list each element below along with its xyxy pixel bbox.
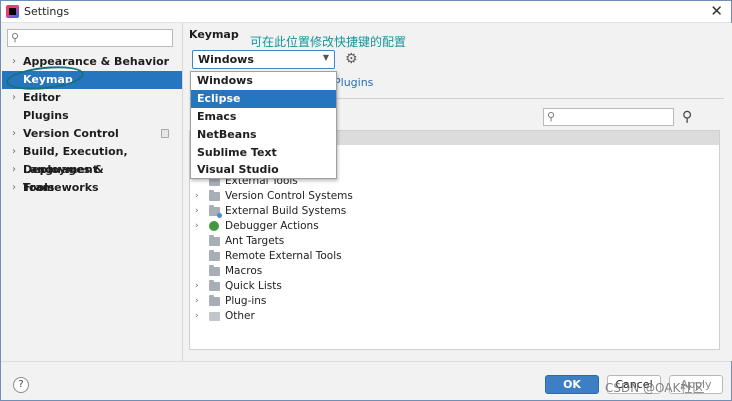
sidebar-item-label: Editor (23, 91, 61, 104)
chevron-right-icon: › (12, 146, 16, 157)
sidebar-item-appearance-behavior[interactable]: › Appearance & Behavior (2, 53, 182, 71)
sidebar-search-input[interactable]: ⚲ (7, 29, 173, 47)
folder-icon (209, 235, 220, 246)
tree-row-macros[interactable]: Macros (190, 264, 719, 279)
chevron-right-icon: › (12, 182, 16, 193)
sidebar-item-languages-frameworks[interactable]: › Languages & Frameworks (2, 161, 182, 194)
tree-row-version-control-systems[interactable]: › Version Control Systems (190, 189, 719, 204)
keymap-scheme-select[interactable]: Windows ▼ (192, 50, 335, 69)
sidebar-item-label: Version Control (23, 127, 119, 140)
keymap-scheme-dropdown-list: Windows Eclipse Emacs NetBeans Sublime T… (190, 71, 337, 179)
sidebar-item-label: Plugins (23, 109, 69, 122)
chevron-right-icon[interactable]: › (195, 279, 199, 294)
settings-sidebar: ⚲ › Appearance & Behavior Keymap › Edito… (2, 23, 183, 361)
page-title: Keymap (189, 28, 239, 41)
dropdown-option-netbeans[interactable]: NetBeans (191, 126, 336, 144)
chevron-right-icon[interactable]: › (195, 204, 199, 219)
chevron-right-icon: › (12, 164, 16, 175)
dropdown-option-windows[interactable]: Windows (191, 72, 336, 90)
dropdown-option-sublime-text[interactable]: Sublime Text (191, 144, 336, 162)
chevron-right-icon: › (12, 128, 16, 139)
tree-row-label: Quick Lists (225, 280, 282, 292)
folder-icon (209, 265, 220, 276)
chevron-right-icon[interactable]: › (195, 219, 199, 234)
dropdown-option-emacs[interactable]: Emacs (191, 108, 336, 126)
action-search-input[interactable]: ⚲ (543, 108, 674, 126)
search-icon: ⚲ (547, 110, 556, 123)
tab-plugins[interactable]: Plugins (334, 76, 373, 89)
tree-row-label: Macros (225, 265, 263, 277)
tree-row-label: External Build Systems (225, 205, 347, 217)
tree-row-remote-external-tools[interactable]: Remote External Tools (190, 249, 719, 264)
tree-row-label: Ant Targets (225, 235, 285, 247)
chevron-right-icon: › (12, 56, 16, 67)
keymap-scheme-value: Windows (198, 53, 254, 66)
tree-row-other[interactable]: › Other (190, 309, 719, 324)
title-bar: Settings ✕ (1, 1, 731, 23)
chevron-right-icon[interactable]: › (195, 189, 199, 204)
dropdown-option-eclipse[interactable]: Eclipse (191, 90, 336, 108)
sidebar-item-build-execution-deployment[interactable]: › Build, Execution, Deployment (2, 143, 182, 176)
chevron-right-icon: › (12, 92, 16, 103)
tree-row-label: Version Control Systems (225, 190, 353, 202)
tree-row-external-build-systems[interactable]: › External Build Systems (190, 204, 719, 219)
sidebar-item-label: Tools (23, 181, 55, 194)
tree-row-label: Remote External Tools (225, 250, 342, 262)
tree-row-quick-lists[interactable]: › Quick Lists (190, 279, 719, 294)
folder-icon (209, 295, 220, 306)
tree-row-debugger-actions[interactable]: › Debugger Actions (190, 219, 719, 234)
sidebar-item-keymap[interactable]: Keymap (2, 71, 182, 89)
folder-icon (209, 280, 220, 291)
tree-row-label: Plug-ins (225, 295, 267, 307)
tree-row-ant-targets[interactable]: Ant Targets (190, 234, 719, 249)
dialog-footer: ? OK Cancel Apply CSDN @OAK社区 (1, 361, 731, 400)
build-folder-icon (209, 205, 222, 218)
tree-row-label: Other (225, 310, 255, 322)
close-icon[interactable]: ✕ (710, 2, 723, 20)
window-title: Settings (24, 5, 70, 18)
tree-row-label: Debugger Actions (225, 220, 319, 232)
folder-icon (209, 190, 220, 201)
sidebar-item-label: Appearance & Behavior (23, 55, 170, 68)
sidebar-item-editor[interactable]: › Editor (2, 89, 182, 107)
other-icon (209, 312, 220, 321)
watermark: CSDN @OAK社区 (605, 381, 705, 395)
help-icon[interactable]: ? (13, 377, 29, 393)
gear-icon[interactable]: ⚙ (345, 51, 358, 67)
folder-icon (209, 250, 220, 261)
search-icon: ⚲ (11, 31, 20, 44)
sidebar-item-label: Keymap (23, 73, 73, 86)
tree-row-plug-ins[interactable]: › Plug-ins (190, 294, 719, 309)
chevron-down-icon: ▼ (322, 53, 329, 62)
bug-icon (209, 221, 219, 231)
settings-window: Settings ✕ ⚲ › Appearance & Behavior Key… (0, 0, 732, 401)
chevron-right-icon[interactable]: › (195, 294, 199, 309)
app-logo-icon (6, 5, 19, 18)
project-scope-icon (161, 129, 169, 138)
sidebar-item-plugins[interactable]: Plugins (2, 107, 182, 125)
find-by-shortcut-icon[interactable]: ⚲ (682, 109, 692, 125)
sidebar-item-tools[interactable]: › Tools (2, 179, 182, 197)
sidebar-item-version-control[interactable]: › Version Control (2, 125, 182, 143)
dropdown-option-visual-studio[interactable]: Visual Studio (191, 161, 336, 179)
ok-button[interactable]: OK (545, 375, 599, 394)
annotation-text: 可在此位置修改快捷键的配置 (250, 35, 407, 49)
chevron-right-icon[interactable]: › (195, 309, 199, 324)
